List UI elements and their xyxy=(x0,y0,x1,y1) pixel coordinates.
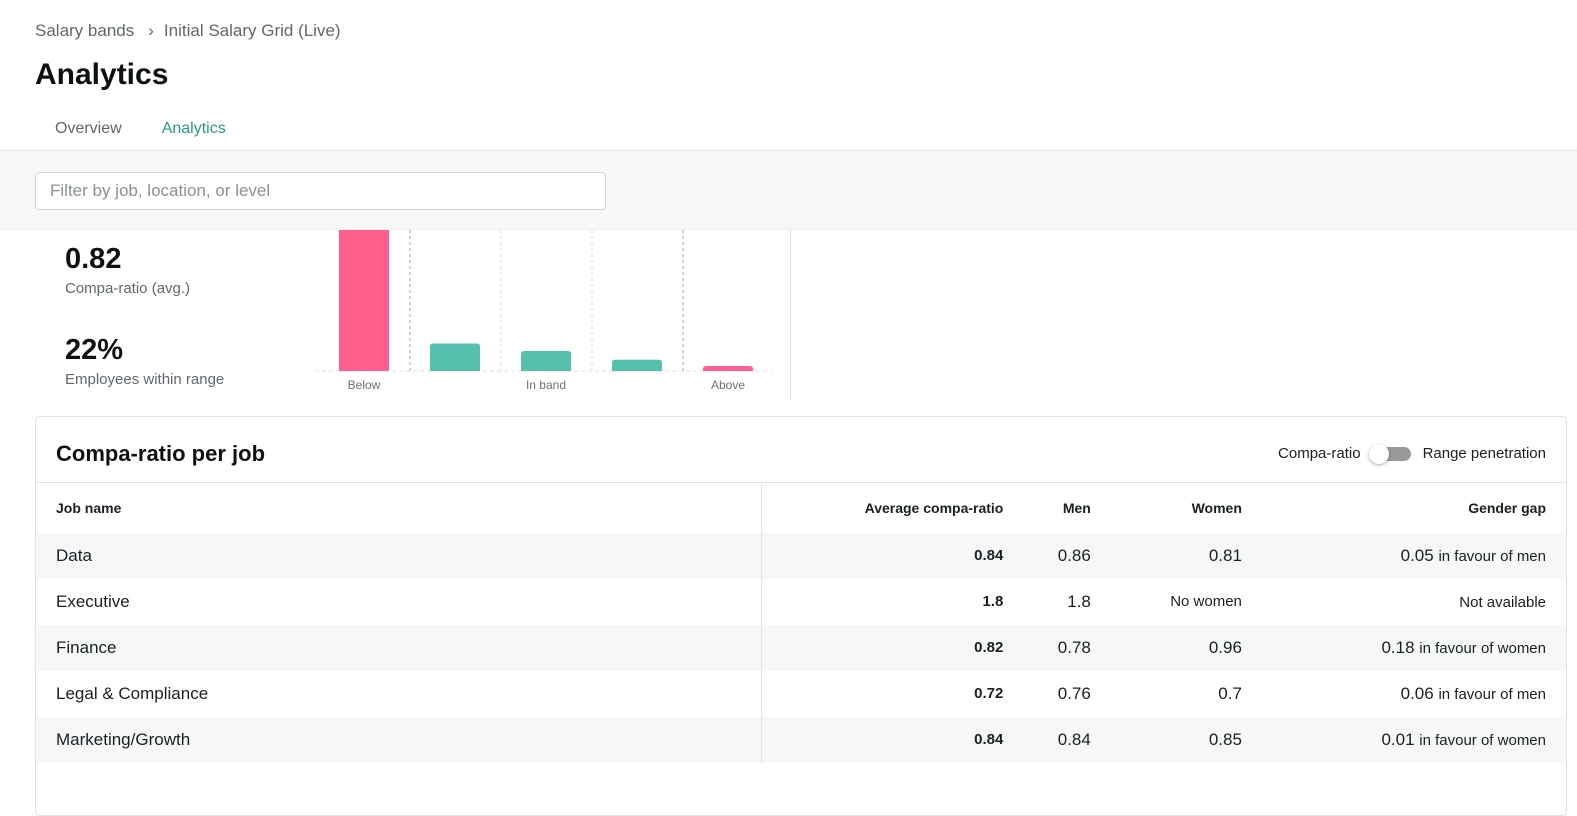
avg-compa-ratio: 0.72 xyxy=(974,685,1004,702)
table-row[interactable]: Data 0.84 0.86 0.81 0.05 in favour of me… xyxy=(36,532,1566,579)
filter-input[interactable] xyxy=(35,172,606,210)
gender-gap: 0.06 in favour of men xyxy=(1262,671,1566,717)
gap-text: in favour of men xyxy=(1438,547,1546,565)
chart-bar[interactable] xyxy=(703,366,753,371)
column-header-avg[interactable]: Average compa-ratio xyxy=(761,483,1023,533)
tab-analytics[interactable]: Analytics xyxy=(141,110,246,152)
gender-gap: 0.18 in favour of women xyxy=(1261,624,1566,671)
chart-bar[interactable] xyxy=(521,351,571,371)
column-header-women[interactable]: Women xyxy=(1111,483,1262,533)
avg-compa-ratio: 0.84 xyxy=(761,532,1024,579)
job-name: Marketing/Growth xyxy=(36,716,762,763)
chart-tick-label: Below xyxy=(348,378,381,392)
avg-compa-ratio: 1.8 xyxy=(982,593,1004,610)
table-row[interactable]: Executive 1.8 1.8 No women Not available xyxy=(36,578,1566,625)
tab-bar: Overview Analytics xyxy=(35,110,246,152)
filter-bar xyxy=(0,150,1577,230)
page-title: Analytics xyxy=(35,58,169,91)
avg-compa-ratio: 0.82 xyxy=(761,624,1024,671)
women-value: 0.81 xyxy=(1110,532,1262,579)
table-header-row: Job name Average compa-ratio Men Women G… xyxy=(36,482,1566,533)
kpi-value: 22% xyxy=(65,334,124,366)
gap-value: 0.06 xyxy=(1400,683,1434,703)
column-header-job[interactable]: Job name xyxy=(36,482,762,533)
gender-gap: Not available xyxy=(1262,579,1566,625)
column-header-gap[interactable]: Gender gap xyxy=(1262,483,1566,533)
gap-value: 0.05 xyxy=(1400,545,1434,565)
tab-overview[interactable]: Overview xyxy=(35,110,142,152)
toggle-right-label: Range penetration xyxy=(1422,445,1546,462)
kpi-compa-ratio: 0.82 Compa-ratio (avg.) xyxy=(65,243,190,297)
chart-tick-label: Above xyxy=(711,378,745,392)
table-row[interactable]: Finance 0.82 0.78 0.96 0.18 in favour of… xyxy=(36,624,1566,671)
toggle-left-label: Compa-ratio xyxy=(1278,445,1361,462)
chart-bar[interactable] xyxy=(430,343,480,372)
chart-bar[interactable] xyxy=(339,230,389,371)
gap-text: in favour of women xyxy=(1419,639,1546,657)
breadcrumb: Salary bands › Initial Salary Grid (Live) xyxy=(35,21,341,41)
avg-compa-ratio: 0.84 xyxy=(761,716,1024,763)
men-value: 0.86 xyxy=(1023,532,1111,579)
men-value: 0.84 xyxy=(1023,716,1111,763)
metric-switch[interactable] xyxy=(1368,443,1411,464)
table-row[interactable]: Legal & Compliance 0.72 0.76 0.7 0.06 in… xyxy=(36,670,1566,717)
column-header-men[interactable]: Men xyxy=(1023,483,1110,533)
job-name: Legal & Compliance xyxy=(36,670,762,717)
breadcrumb-parent-link[interactable]: Salary bands xyxy=(35,21,134,40)
gap-value: 0.18 xyxy=(1381,637,1415,657)
men-value: 0.76 xyxy=(1057,683,1091,703)
women-value: 0.85 xyxy=(1110,716,1262,763)
gender-gap: 0.01 in favour of women xyxy=(1261,716,1566,763)
chart-tick-label: In band xyxy=(526,378,566,392)
kpi-label: Employees within range xyxy=(65,371,225,388)
compa-ratio-card: Compa-ratio per job Compa-ratio Range pe… xyxy=(35,416,1567,816)
women-value: 0.7 xyxy=(1218,683,1242,703)
job-name: Finance xyxy=(36,624,762,671)
card-title: Compa-ratio per job xyxy=(56,441,266,466)
women-value: No women xyxy=(1170,593,1242,610)
kpi-label: Compa-ratio (avg.) xyxy=(65,280,191,297)
metric-toggle: Compa-ratio Range penetration xyxy=(1278,443,1546,464)
men-value: 0.78 xyxy=(1023,624,1111,671)
men-value: 1.8 xyxy=(1067,591,1091,611)
switch-knob[interactable] xyxy=(1368,443,1389,464)
gender-gap: 0.05 in favour of men xyxy=(1261,532,1566,579)
table-row[interactable]: Marketing/Growth 0.84 0.84 0.85 0.01 in … xyxy=(36,716,1566,763)
gap-value: 0.01 xyxy=(1381,729,1415,749)
breadcrumb-current: Initial Salary Grid (Live) xyxy=(163,21,341,40)
kpi-value: 0.82 xyxy=(65,243,122,275)
gap-text: in favour of women xyxy=(1419,731,1546,749)
chart-bar[interactable] xyxy=(612,359,662,371)
divider xyxy=(790,230,791,400)
kpi-within-range: 22% Employees within range xyxy=(65,334,224,388)
chevron-right-icon: › xyxy=(148,21,154,40)
range-distribution-chart: Below In band Above xyxy=(315,230,772,392)
gap-text: Not available xyxy=(1459,593,1546,611)
women-value: 0.96 xyxy=(1110,624,1262,671)
gap-text: in favour of men xyxy=(1438,685,1546,703)
job-name: Data xyxy=(36,532,762,579)
job-name: Executive xyxy=(36,578,762,625)
compa-ratio-table: Job name Average compa-ratio Men Women G… xyxy=(36,482,1566,763)
